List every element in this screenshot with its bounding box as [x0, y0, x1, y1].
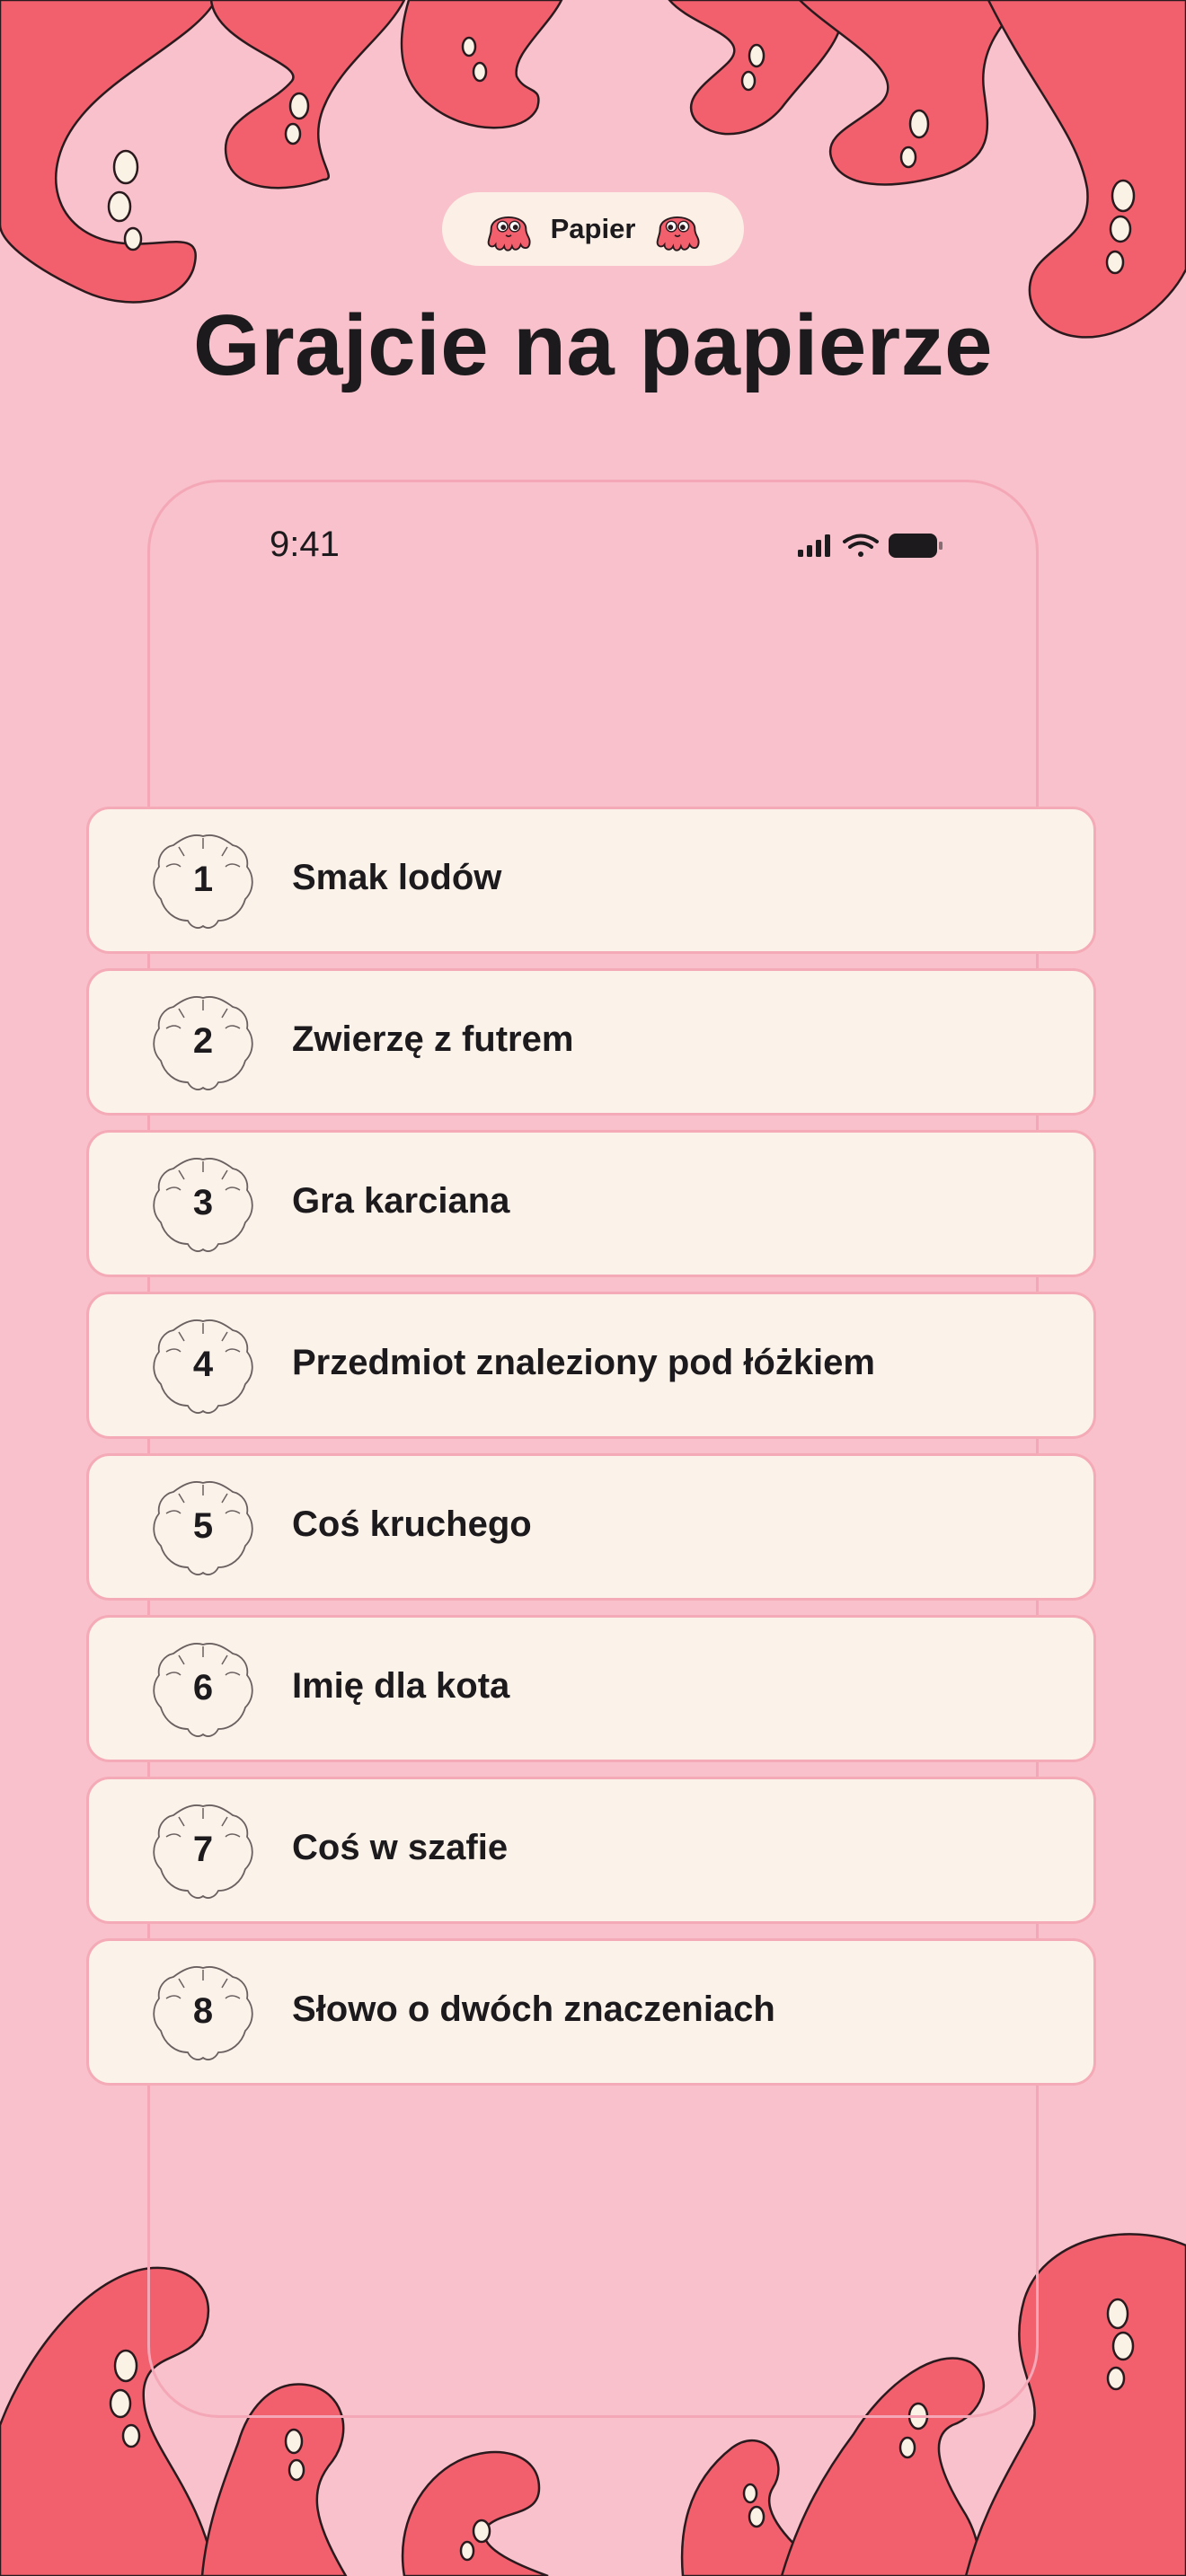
wifi-icon — [843, 534, 879, 557]
battery-icon — [889, 534, 943, 558]
prompt-number: 1 — [192, 860, 214, 899]
category-pill: Papier — [442, 192, 744, 266]
prompt-label: Coś kruchego — [292, 1504, 532, 1544]
shell-badge: 2 — [150, 989, 256, 1095]
prompt-number: 3 — [192, 1183, 214, 1222]
shell-badge: 5 — [150, 1474, 256, 1580]
prompt-label: Zwierzę z futrem — [292, 1019, 574, 1059]
prompt-list: 1 Smak lodów 2 Zwierzę z futrem 3 Gra ka… — [86, 807, 1096, 2100]
shell-badge: 7 — [150, 1797, 256, 1903]
prompt-label: Coś w szafie — [292, 1828, 509, 1867]
cellular-signal-icon — [798, 534, 830, 557]
status-bar-icons — [798, 534, 943, 558]
prompt-card[interactable]: 3 Gra karciana — [86, 1130, 1096, 1277]
prompt-number: 6 — [192, 1668, 214, 1707]
octopus-icon — [487, 216, 531, 251]
prompt-label: Przedmiot znaleziony pod łóżkiem — [292, 1343, 875, 1382]
prompt-number: 5 — [192, 1506, 214, 1546]
prompt-card[interactable]: 5 Coś kruchego — [86, 1453, 1096, 1601]
shell-badge: 6 — [150, 1636, 256, 1742]
prompt-card[interactable]: 1 Smak lodów — [86, 807, 1096, 954]
page-title: Grajcie na papierze — [193, 297, 993, 393]
octopus-icon — [657, 216, 700, 251]
prompt-card[interactable]: 2 Zwierzę z futrem — [86, 968, 1096, 1116]
shell-badge: 4 — [150, 1312, 256, 1418]
prompt-number: 2 — [192, 1021, 214, 1061]
prompt-label: Słowo o dwóch znaczeniach — [292, 1989, 775, 2029]
status-bar-time: 9:41 — [270, 525, 340, 564]
prompt-number: 7 — [192, 1830, 214, 1869]
prompt-label: Gra karciana — [292, 1181, 510, 1221]
shell-badge: 1 — [150, 827, 256, 933]
prompt-card[interactable]: 4 Przedmiot znaleziony pod łóżkiem — [86, 1292, 1096, 1439]
prompt-card[interactable]: 6 Imię dla kota — [86, 1615, 1096, 1762]
prompt-label: Imię dla kota — [292, 1666, 510, 1706]
category-label: Papier — [550, 213, 636, 244]
prompt-number: 8 — [192, 1991, 214, 2031]
shell-badge: 3 — [150, 1151, 256, 1257]
prompt-card[interactable]: 8 Słowo o dwóch znaczeniach — [86, 1938, 1096, 2086]
prompt-label: Smak lodów — [292, 858, 502, 897]
prompt-card[interactable]: 7 Coś w szafie — [86, 1777, 1096, 1924]
prompt-number: 4 — [192, 1345, 214, 1384]
shell-badge: 8 — [150, 1959, 256, 2065]
